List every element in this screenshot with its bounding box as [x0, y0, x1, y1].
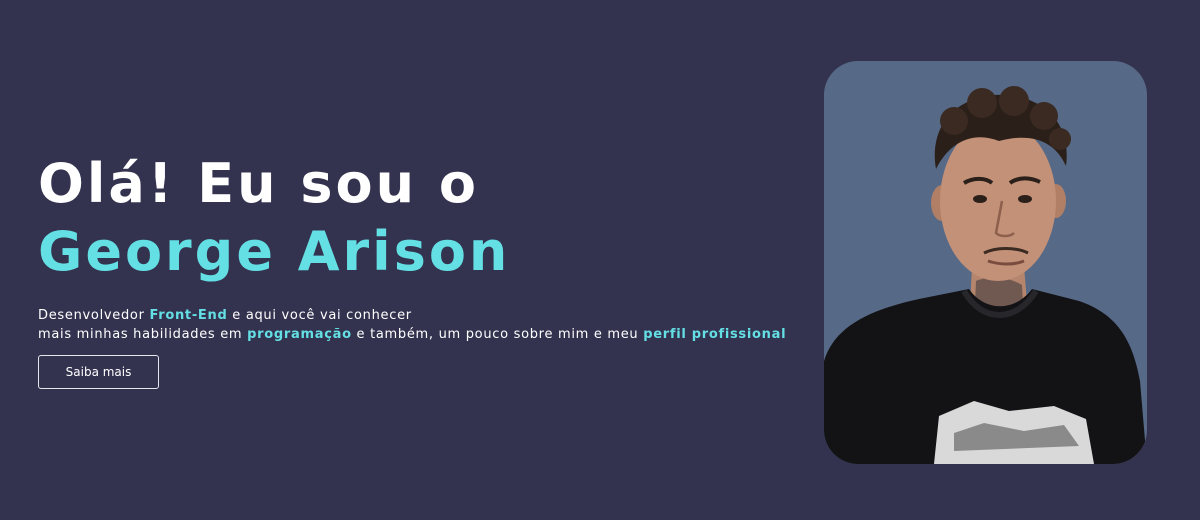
hero-description: Desenvolvedor Front-End e aqui você vai …: [38, 306, 808, 344]
highlight-programacao: programação: [247, 327, 352, 342]
portrait-illustration: [824, 86, 1147, 464]
highlight-perfil-profissional: perfil profissional: [643, 327, 787, 342]
description-text: Desenvolvedor: [38, 308, 150, 323]
headline-name: George Arison: [38, 220, 511, 283]
hero-text-block: Olá! Eu sou o George Arison Desenvolvedo…: [38, 150, 808, 389]
highlight-front-end: Front-End: [149, 308, 228, 323]
headline-greeting: Olá! Eu sou o: [38, 152, 479, 215]
description-text: e também, um pouco sobre mim e meu: [351, 327, 644, 342]
hero-headline: Olá! Eu sou o George Arison: [38, 150, 808, 286]
description-text: e aqui você vai conhecer: [227, 308, 412, 323]
description-text: mais minhas habilidades em: [38, 327, 248, 342]
profile-photo: [824, 61, 1147, 464]
saiba-mais-button[interactable]: Saiba mais: [38, 355, 159, 389]
